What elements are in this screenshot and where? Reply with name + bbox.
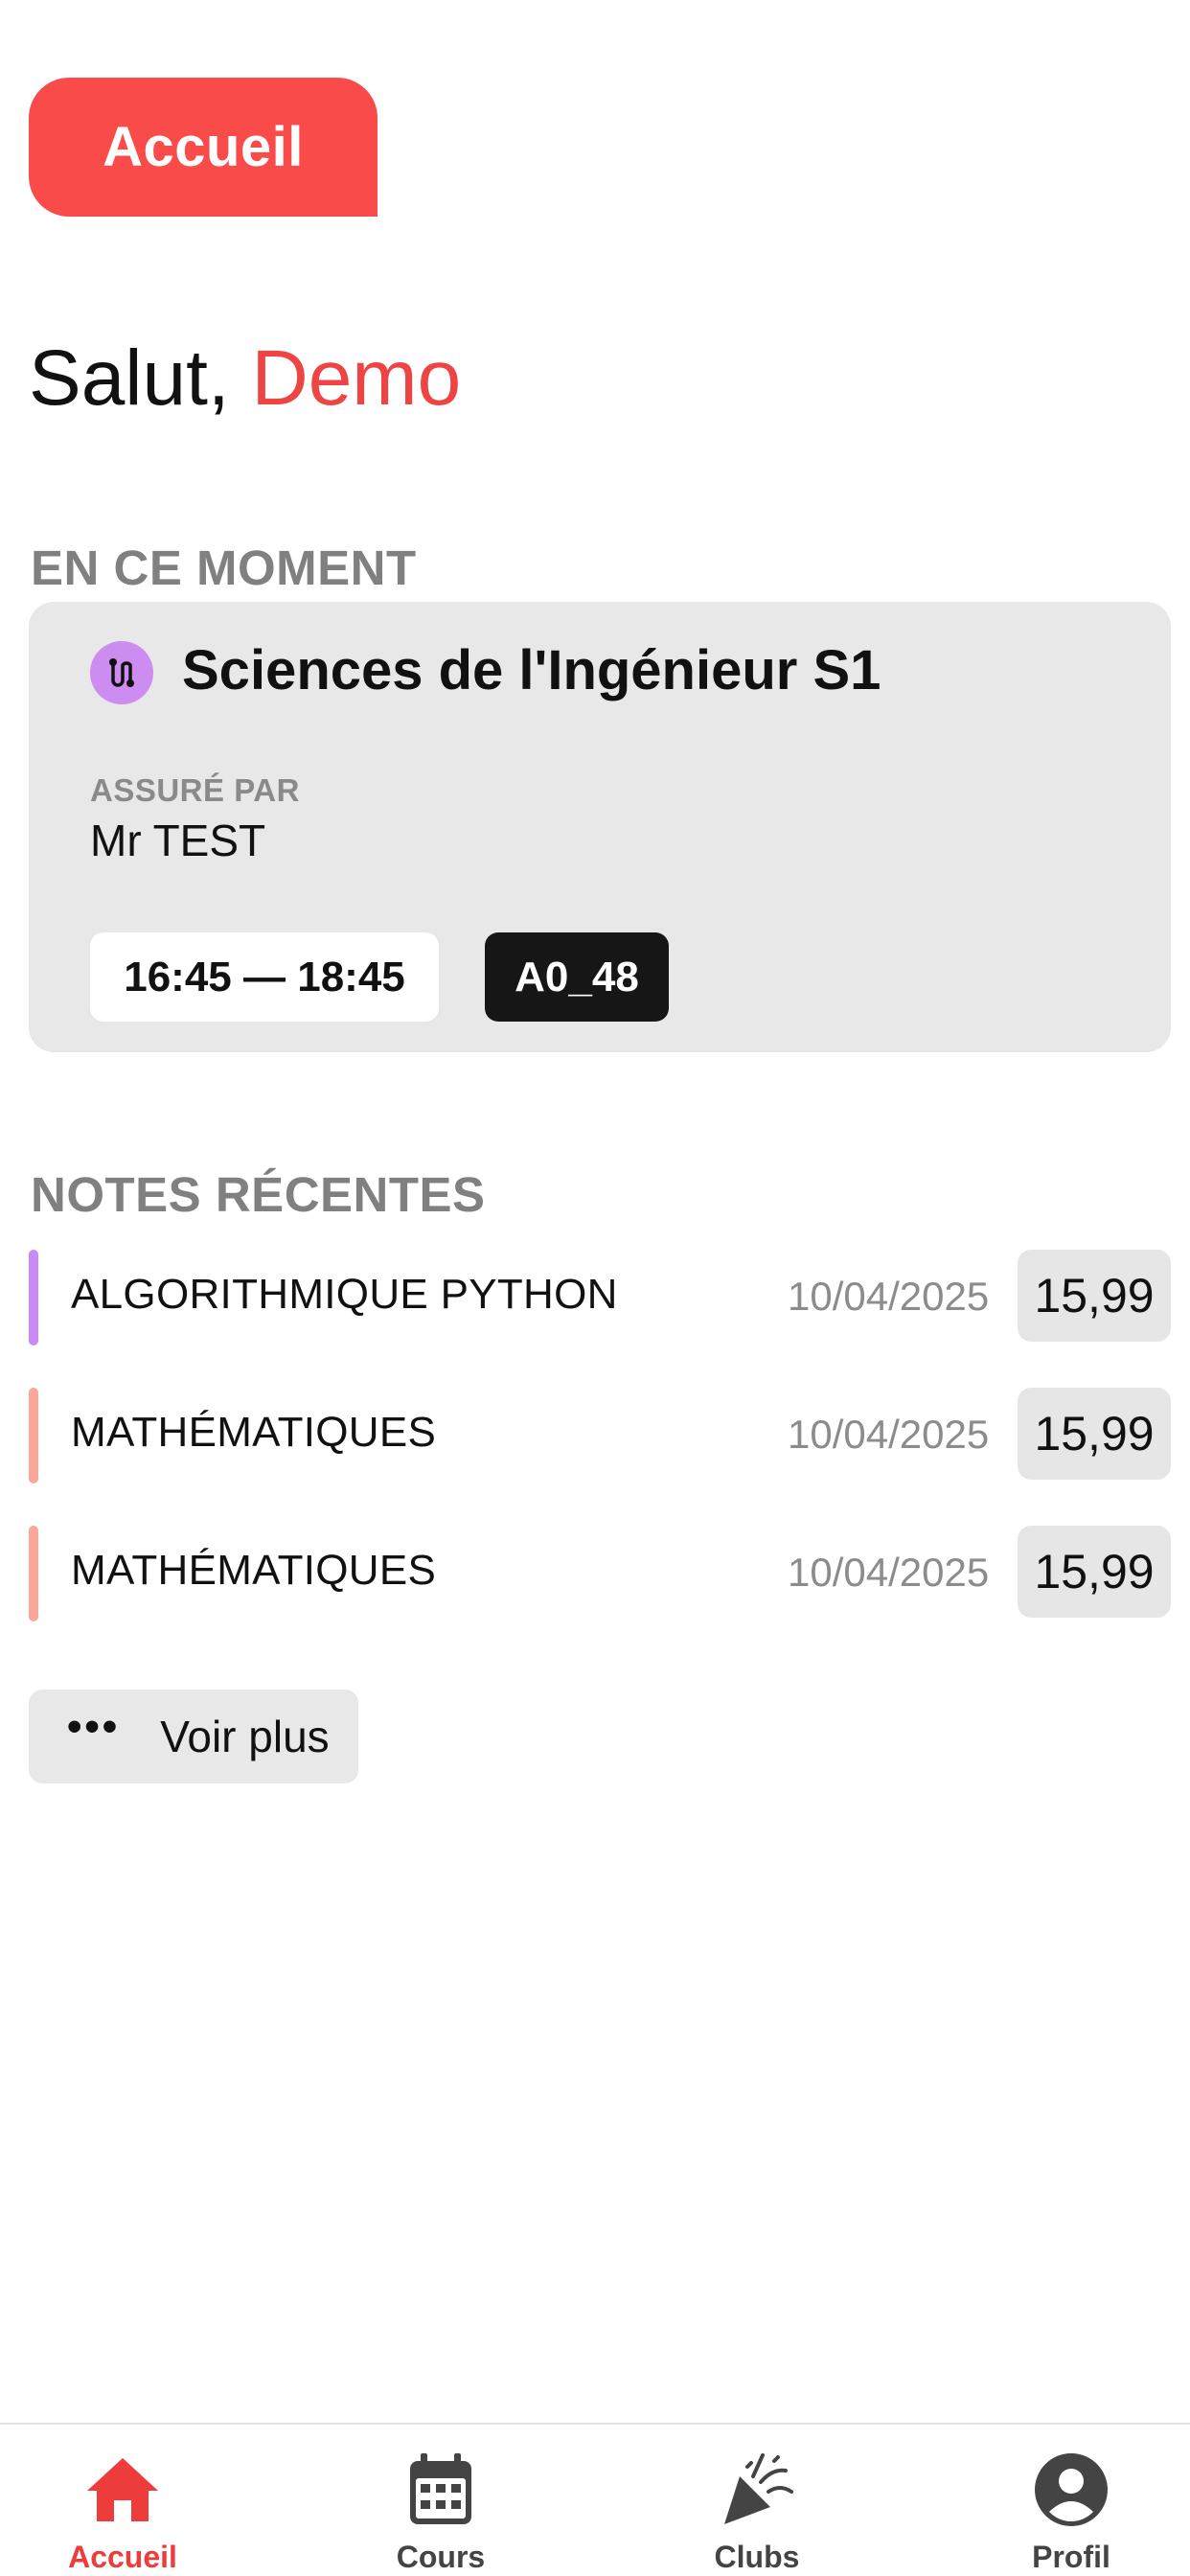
see-more-label: Voir plus [160, 1712, 330, 1761]
grade-subject: MATHÉMATIQUES [71, 1547, 437, 1594]
grade-color-bar [29, 1250, 38, 1346]
tab-label: Clubs [714, 2540, 800, 2574]
greeting: Salut, Demo [29, 331, 461, 426]
calendar-icon [402, 2451, 479, 2528]
route-icon [90, 641, 153, 704]
tab-accueil[interactable]: Accueil [8, 2425, 238, 2576]
teacher-label: ASSURÉ PAR [90, 772, 300, 808]
grade-row[interactable]: ALGORITHMIQUE PYTHON 10/04/2025 15,99 [29, 1250, 1171, 1346]
tab-clubs[interactable]: Clubs [642, 2425, 872, 2576]
course-title: Sciences de l'Ingénieur S1 [182, 639, 881, 702]
grade-date: 10/04/2025 [788, 1274, 990, 1319]
tab-label: Accueil [68, 2540, 177, 2574]
home-icon [84, 2451, 161, 2528]
party-popper-icon [719, 2451, 795, 2528]
bottom-tab-bar: Accueil Cours Clubs Profil [0, 2423, 1190, 2576]
teacher-name: Mr TEST [90, 816, 266, 865]
tab-label: Profil [1032, 2540, 1110, 2574]
grade-date: 10/04/2025 [788, 1412, 990, 1457]
grade-subject: MATHÉMATIQUES [71, 1409, 437, 1456]
see-more-button[interactable]: ••• Voir plus [29, 1690, 358, 1783]
time-chip: 16:45 — 18:45 [90, 932, 439, 1022]
grade-row[interactable]: MATHÉMATIQUES 10/04/2025 15,99 [29, 1526, 1171, 1622]
current-course-card[interactable]: Sciences de l'Ingénieur S1 ASSURÉ PAR Mr… [29, 602, 1171, 1052]
grade-color-bar [29, 1388, 38, 1484]
grade-date: 10/04/2025 [788, 1550, 990, 1595]
greeting-name: Demo [251, 334, 462, 422]
grade-row[interactable]: MATHÉMATIQUES 10/04/2025 15,99 [29, 1388, 1171, 1484]
tab-cours[interactable]: Cours [326, 2425, 556, 2576]
grade-subject: ALGORITHMIQUE PYTHON [71, 1271, 618, 1318]
grade-value: 15,99 [1018, 1526, 1171, 1618]
tab-profil[interactable]: Profil [956, 2425, 1186, 2576]
grades-section-title: NOTES RÉCENTES [31, 1167, 486, 1222]
tab-label: Cours [396, 2540, 486, 2574]
current-section-title: EN CE MOMENT [31, 540, 417, 595]
greeting-prefix: Salut, [29, 334, 230, 422]
profile-icon [1033, 2451, 1110, 2528]
more-dots-icon: ••• [67, 1703, 121, 1750]
grade-value: 15,99 [1018, 1388, 1171, 1480]
room-chip: A0_48 [485, 932, 669, 1022]
page-title: Accueil [29, 78, 378, 217]
grade-value: 15,99 [1018, 1250, 1171, 1342]
grade-color-bar [29, 1526, 38, 1622]
